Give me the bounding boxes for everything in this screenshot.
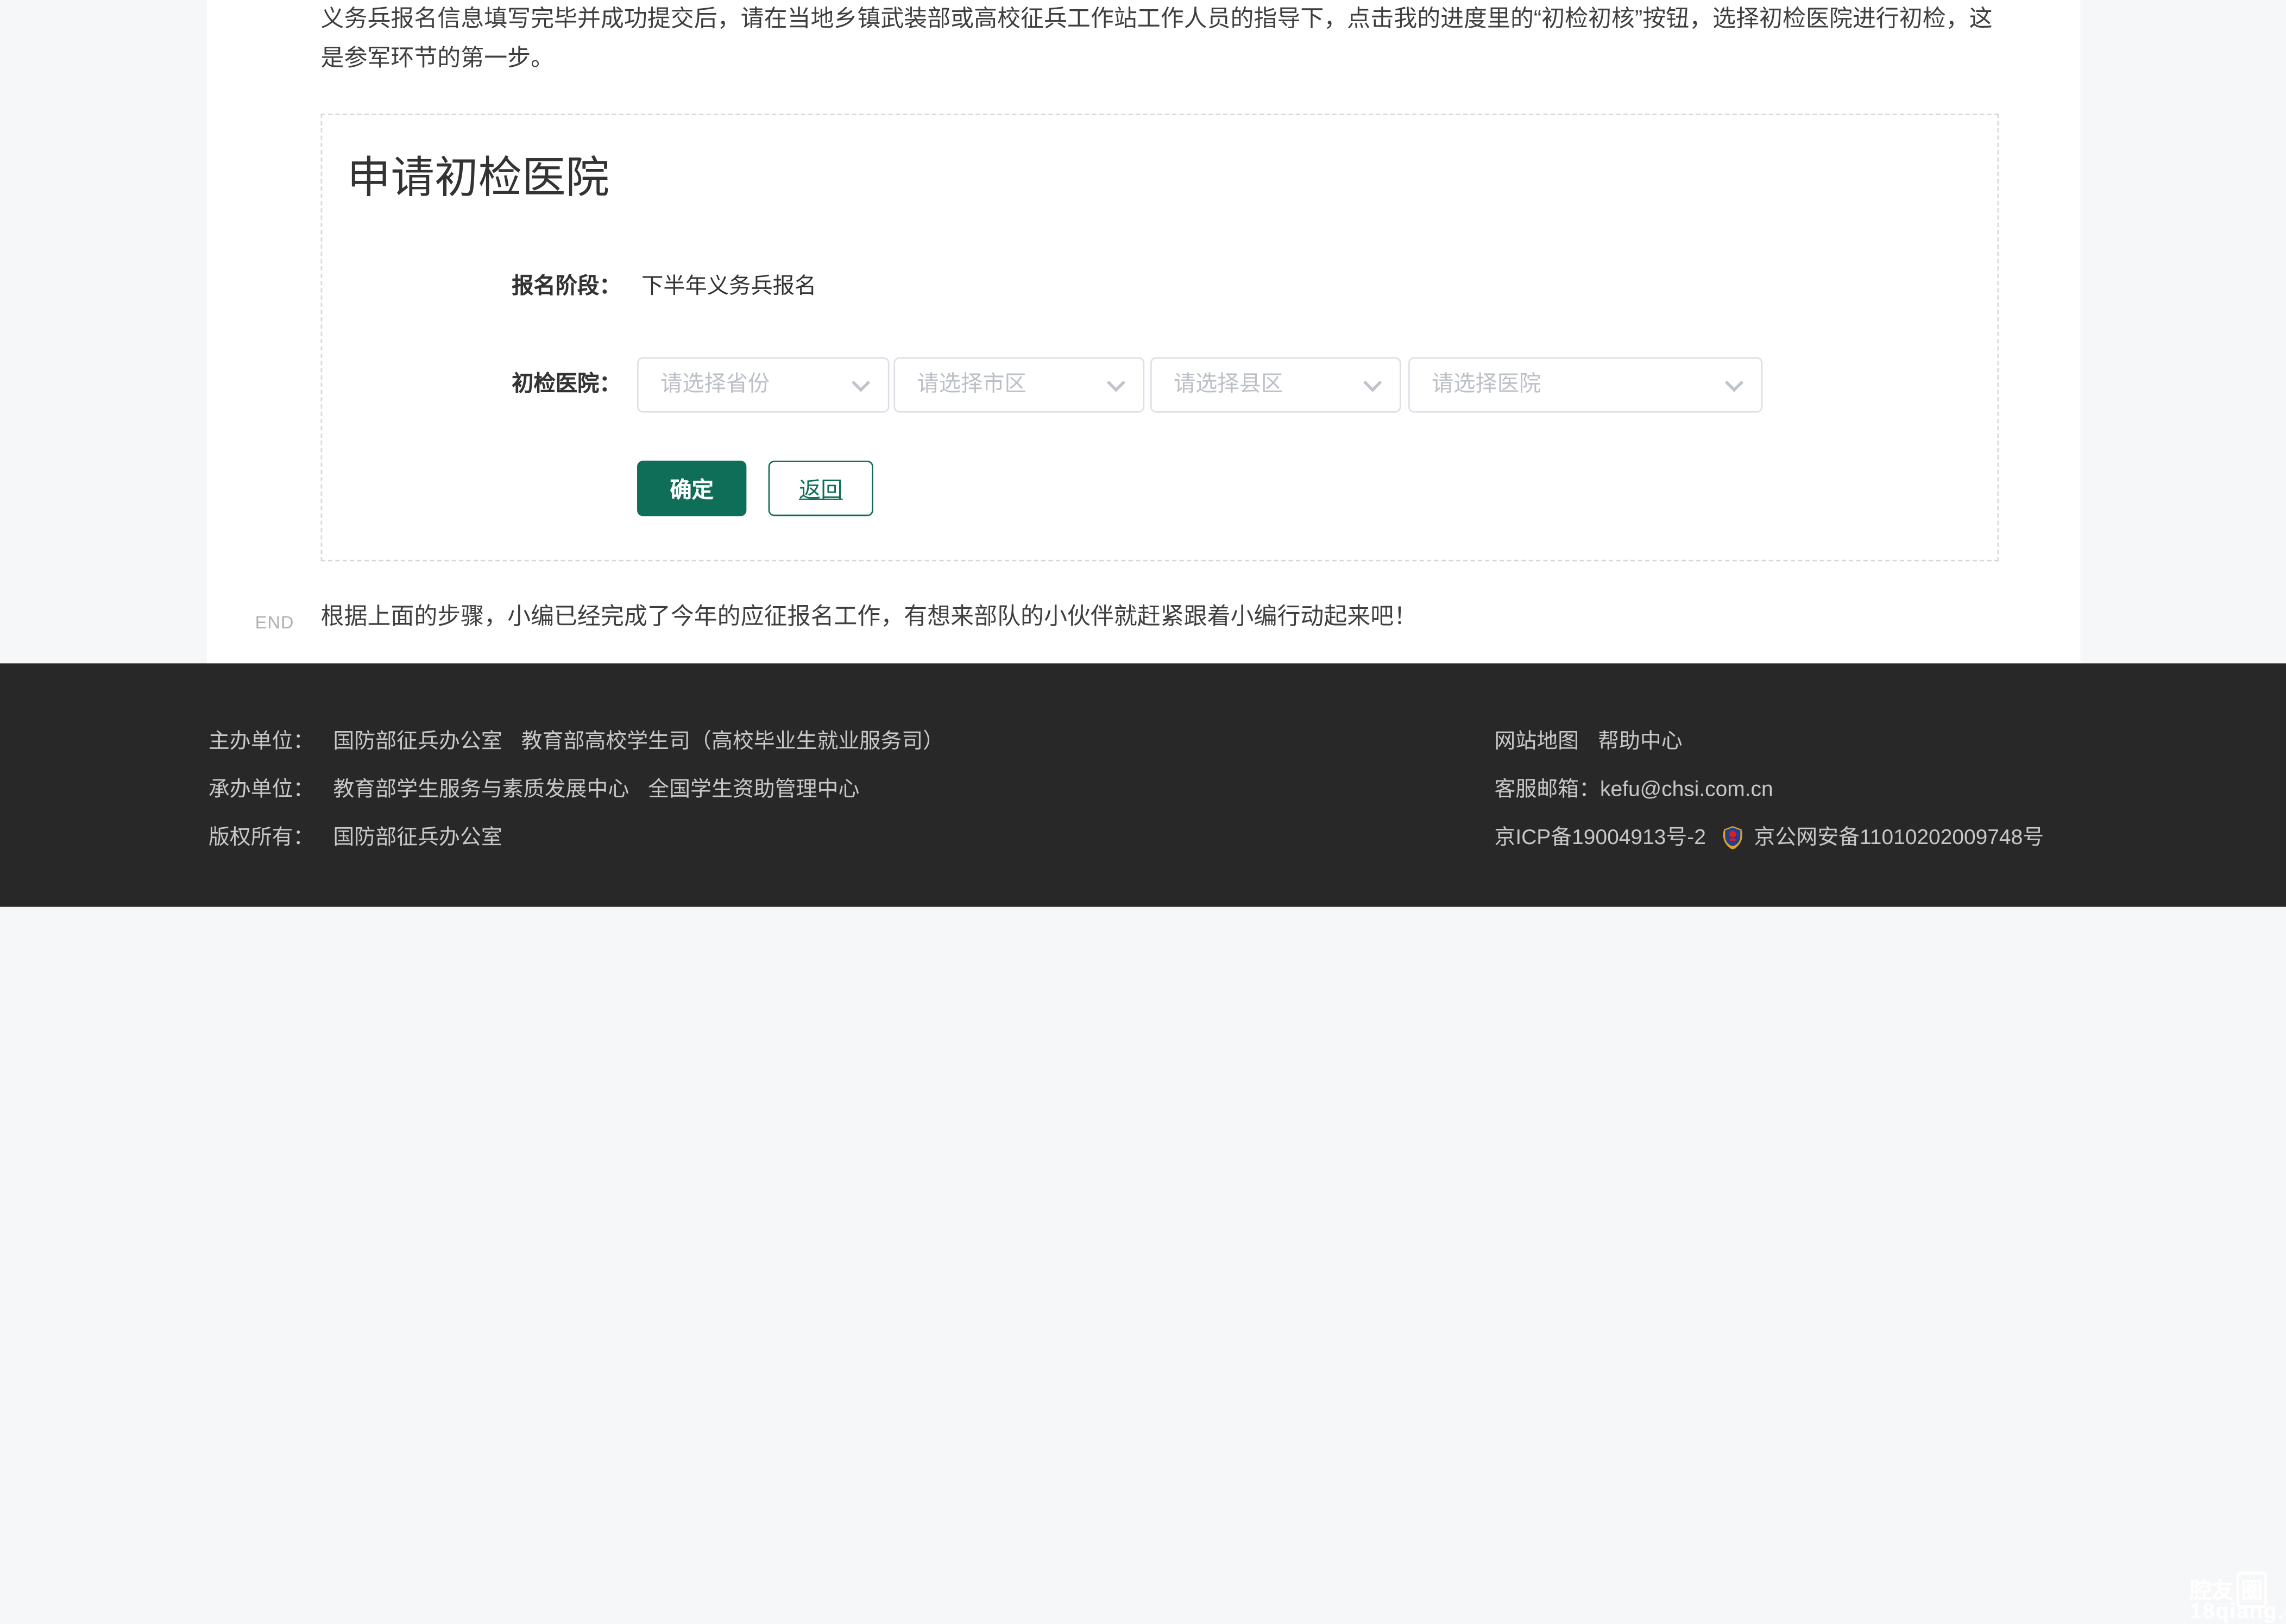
host-org-1: 国防部征兵办公室 <box>333 731 502 754</box>
card-title: 申请初检医院 <box>347 141 609 205</box>
footer-icp-line: 京ICP备19004913号-2 京公网安备11010202009748号 <box>1494 815 2044 864</box>
organizer-org-1: 教育部学生服务与素质发展中心 <box>333 778 629 802</box>
hospital-label: 初检医院： <box>512 357 621 413</box>
chevron-down-icon <box>1363 374 1382 392</box>
chevron-down-icon <box>1725 374 1743 392</box>
email-link[interactable]: kefu@chsi.com.cn <box>1600 778 1773 802</box>
email-label: 客服邮箱： <box>1494 778 1600 802</box>
footer-links-line: 网站地图帮助中心 <box>1494 719 2044 767</box>
hospital-application-card: 申请初检医院 报名阶段： 下半年义务兵报名 初检医院： 请选择省份 请选择市区 … <box>321 114 1999 561</box>
watermark-line1: 腔友圈 <box>2190 1572 2286 1597</box>
county-select-placeholder: 请选择县区 <box>1174 358 1283 411</box>
watermark: 腔友圈 18qiang.com <box>2190 1572 2286 1624</box>
footer-right-column: 网站地图帮助中心 客服邮箱：kefu@chsi.com.cn 京ICP备1900… <box>1494 719 2044 863</box>
page-viewport: 义务兵报名信息填写完毕并成功提交后，请在当地乡镇武装部或高校征兵工作站工作人员的… <box>0 0 2286 1615</box>
end-marker: END <box>255 612 294 633</box>
hospital-select[interactable]: 请选择医院 <box>1408 357 1762 413</box>
sitemap-link[interactable]: 网站地图 <box>1494 731 1579 754</box>
host-label: 主办单位： <box>209 731 314 754</box>
host-org-2: 教育部高校学生司（高校毕业生就业服务司） <box>521 731 944 754</box>
watermark-line2: 18qiang.com <box>2190 1600 2286 1624</box>
province-select[interactable]: 请选择省份 <box>637 357 889 413</box>
police-record-link[interactable]: 京公网安备11010202009748号 <box>1754 827 2044 850</box>
organizer-org-2: 全国学生资助管理中心 <box>648 778 859 802</box>
organizer-label: 承办单位： <box>209 778 314 802</box>
police-badge-icon <box>1721 825 1746 850</box>
stage-value: 下半年义务兵报名 <box>641 270 816 305</box>
footer-left-column: 主办单位：国防部征兵办公室教育部高校学生司（高校毕业生就业服务司） 承办单位：教… <box>209 719 944 863</box>
footer-copyright-line: 版权所有： 国防部征兵办公室 <box>209 815 944 864</box>
footer-email-line: 客服邮箱：kefu@chsi.com.cn <box>1494 767 2044 815</box>
province-select-placeholder: 请选择省份 <box>660 358 770 411</box>
closing-paragraph: 根据上面的步骤，小编已经完成了今年的应征报名工作，有想来部队的小伙伴就赶紧跟着小… <box>321 598 2006 637</box>
icp-link[interactable]: 京ICP备19004913号-2 <box>1494 827 1705 850</box>
copyright-label: 版权所有： <box>209 827 314 850</box>
chevron-down-icon <box>852 374 870 392</box>
footer-host-line: 主办单位： 国防部征兵办公室教育部高校学生司（高校毕业生就业服务司） <box>209 719 944 767</box>
site-footer: 主办单位：国防部征兵办公室教育部高校学生司（高校毕业生就业服务司） 承办单位：教… <box>0 663 2286 907</box>
stage-label: 报名阶段： <box>512 270 621 305</box>
confirm-button[interactable]: 确定 <box>637 461 746 516</box>
chevron-down-icon <box>1107 374 1125 392</box>
city-select[interactable]: 请选择市区 <box>893 357 1144 413</box>
back-button[interactable]: 返回 <box>769 461 873 516</box>
intro-paragraph: 义务兵报名信息填写完毕并成功提交后，请在当地乡镇武装部或高校征兵工作站工作人员的… <box>321 0 2006 79</box>
city-select-placeholder: 请选择市区 <box>917 358 1026 411</box>
footer-organizer-line: 承办单位： 教育部学生服务与素质发展中心全国学生资助管理中心 <box>209 767 944 815</box>
copyright-org: 国防部征兵办公室 <box>333 827 502 850</box>
hospital-select-placeholder: 请选择医院 <box>1432 358 1541 411</box>
article-content-area: 义务兵报名信息填写完毕并成功提交后，请在当地乡镇武装部或高校征兵工作站工作人员的… <box>207 0 2080 663</box>
help-center-link[interactable]: 帮助中心 <box>1598 731 1683 754</box>
county-select[interactable]: 请选择县区 <box>1150 357 1401 413</box>
